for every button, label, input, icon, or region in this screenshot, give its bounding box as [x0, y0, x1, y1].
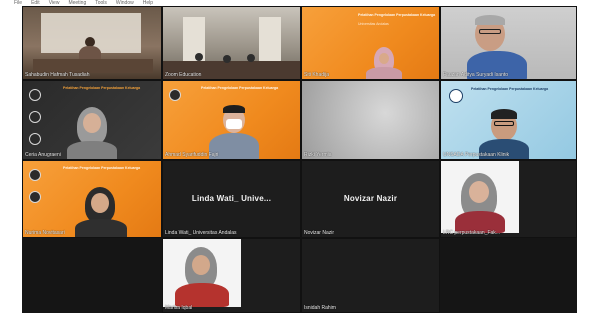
participant-name: Novizar Nazir [304, 230, 335, 236]
slide-subheading: Universitas Andalas [358, 22, 389, 26]
participant-tile[interactable]: Pelatihan Pengelolaan Perpustakaan Kelua… [22, 160, 162, 238]
participant-video [163, 239, 241, 307]
gallery-view: Sahabudin Hafmah Tusadiah Zoom Education… [22, 6, 577, 313]
participant-name: Zoom Education [165, 72, 202, 78]
participant-name: LRC perpustakaan_Fak... [443, 230, 500, 236]
participant-name: Rizki Yermia [304, 152, 332, 158]
participant-video [302, 81, 439, 159]
participant-tile[interactable]: Pelatihan Pengelolaan Perpustakaan Kelua… [22, 80, 162, 160]
participant-video: Pelatihan Pengelolaan Perpustakaan Kelua… [441, 81, 576, 159]
participant-tile[interactable]: Rizki Yermia [301, 80, 440, 160]
participant-video: Pelatihan Pengelolaan Perpustakaan Kelua… [23, 161, 161, 237]
participant-video: Pelatihan Pengelolaan Perpustakaan Kelua… [163, 81, 300, 159]
participant-video [23, 7, 161, 79]
slide-heading: Pelatihan Pengelolaan Perpustakaan Kelua… [358, 13, 436, 17]
participant-tile[interactable]: LRC perpustakaan_Fak... [440, 160, 577, 238]
participant-name: Ahmad Syarifuddin Fajri [165, 152, 219, 158]
participant-name: Ceria Anugraeni [25, 152, 61, 158]
participant-name: Marisa Iqbal [165, 305, 193, 311]
shared-slide: Pelatihan Pengelolaan Perpustakaan Kelua… [302, 7, 439, 79]
participant-display-name: Novizar Nazir [343, 194, 398, 204]
participant-video [163, 7, 300, 79]
participant-name: Siti Khadija [304, 72, 330, 78]
participant-name: Fauzan Aditya Suryadi Isanto [443, 72, 509, 78]
participant-name: Linda Wati_ Universitas Andalas [165, 230, 237, 236]
participant-tile[interactable]: Novizar Nazir Novizar Nazir [301, 160, 440, 238]
participant-tile[interactable]: Zoom Education [162, 6, 301, 80]
slide-heading: Pelatihan Pengelolaan Perpustakaan Kelua… [63, 86, 141, 90]
participant-video [441, 7, 576, 79]
participant-tile[interactable]: Marisa Iqbal [162, 238, 301, 313]
participant-display-name: Linda Wati_ Unive... [191, 194, 272, 204]
participant-name: Sahabudin Hafmah Tusadiah [25, 72, 90, 78]
slide-heading: Pelatihan Pengelolaan Perpustakaan Kelua… [63, 166, 141, 170]
participant-tile[interactable]: Pelatihan Pengelolaan Perpustakaan Kelua… [440, 80, 577, 160]
participant-tile[interactable]: Sahabudin Hafmah Tusadiah [22, 6, 162, 80]
participant-tile[interactable]: Isnidah Rahim [301, 238, 440, 313]
participant-tile[interactable]: Pelatihan Pengelolaan Perpustakaan Kelua… [301, 6, 440, 80]
participant-tile[interactable]: Fauzan Aditya Suryadi Isanto [440, 6, 577, 80]
participant-video [441, 161, 519, 233]
participant-tile[interactable]: Pelatihan Pengelolaan Perpustakaan Kelua… [162, 80, 301, 160]
slide-heading: Pelatihan Pengelolaan Perpustakaan Kelua… [201, 86, 279, 90]
menu-item-file[interactable]: File [14, 0, 22, 6]
participant-tile[interactable]: Linda Wati_ Unive... Linda Wati_ Univers… [162, 160, 301, 238]
participant-video: Pelatihan Pengelolaan Perpustakaan Kelua… [23, 81, 161, 159]
slide-heading: Pelatihan Pengelolaan Perpustakaan Kelua… [471, 87, 549, 91]
participant-name: Nurima Novitasari [25, 230, 65, 236]
participant-name: Isnidah Rahim [304, 305, 336, 311]
participant-name: UNSADA Perpustakaan Klinik [443, 152, 510, 158]
